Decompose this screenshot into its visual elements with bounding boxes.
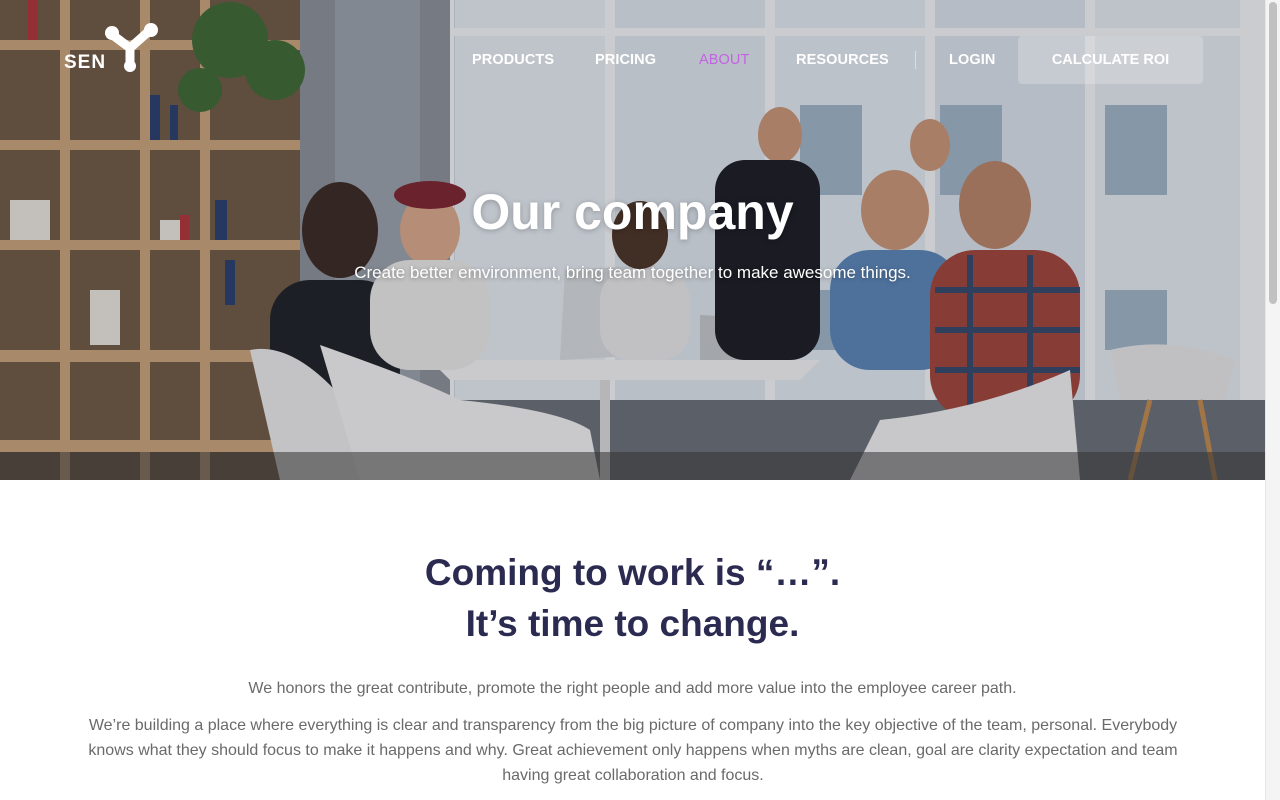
scrollbar-thumb[interactable] [1269,2,1277,304]
hero-subtitle: Create better emvironment, bring team to… [354,263,911,282]
hero-title: Our company [471,184,794,240]
intro-headline-line1: Coming to work is “…”. [424,552,841,593]
nav-item-login[interactable]: LOGIN [949,50,995,70]
intro-headline-line2: It’s time to change. [465,603,800,644]
nav-item-about[interactable]: ABOUT [699,50,749,70]
nav-item-products[interactable]: PRODUCTS [472,50,554,70]
calculate-roi-button[interactable]: CALCULATE ROI [1018,36,1203,84]
nav-divider [915,51,916,69]
intro-section: Coming to work is “…”. It’s time to chan… [0,480,1265,800]
hero-section: SEN PRODUCTS PRICING ABOUT RESOURCES LOG… [0,0,1265,480]
logo-text: SEN [64,52,107,73]
nav-item-pricing[interactable]: PRICING [595,50,656,70]
nav-item-resources[interactable]: RESOURCES [796,50,889,70]
y-molecule-logo-icon [105,23,158,72]
intro-body: We’re building a place where everything … [88,717,1178,784]
brand-logo[interactable]: SEN [62,22,162,78]
page: SEN PRODUCTS PRICING ABOUT RESOURCES LOG… [0,0,1280,800]
intro-lead: We honors the great contribute, promote … [248,680,1017,697]
